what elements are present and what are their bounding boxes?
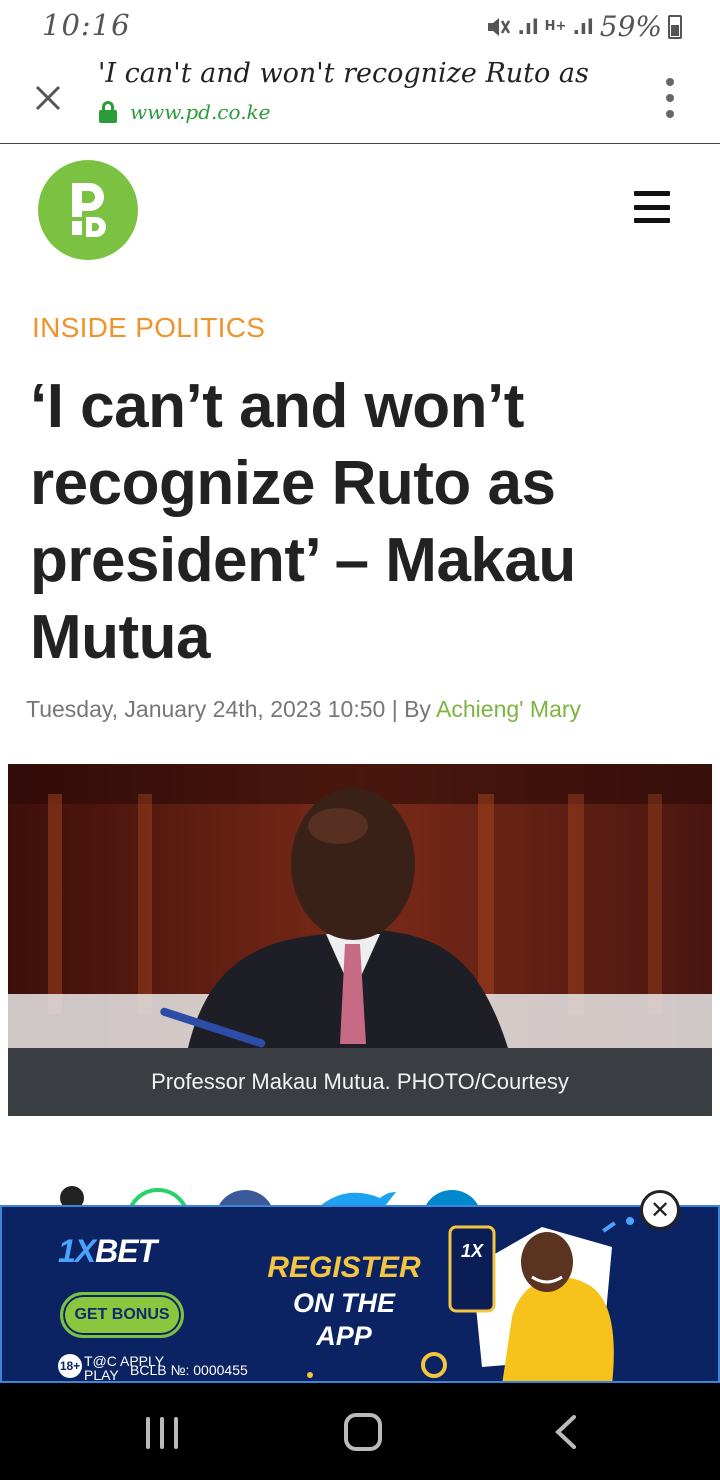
- whatsapp-icon: [129, 1188, 187, 1206]
- pd-logo-icon: [72, 183, 106, 237]
- menu-bar: [634, 191, 670, 196]
- article-headline: ‘I can’t and won’t recognize Ruto as pre…: [30, 372, 576, 672]
- home-button[interactable]: [344, 1413, 382, 1451]
- browser-toolbar: 'I can't and won't recognize Ruto as www…: [0, 50, 720, 144]
- ad-register-text: REGISTER: [267, 1251, 421, 1284]
- article-meta: Tuesday, January 24th, 2023 10:50 | By A…: [26, 696, 581, 723]
- ad-on-the-app-text: ON THE APP: [292, 1288, 395, 1351]
- status-icons: .ıl H+ .ıl 59%: [485, 10, 682, 43]
- mute-icon: [488, 17, 511, 36]
- dot-icon: [666, 110, 674, 118]
- article-category[interactable]: INSIDE POLITICS: [32, 312, 265, 344]
- system-nav-bar: [0, 1383, 720, 1480]
- article-photo: [8, 764, 712, 1048]
- article-date: Tuesday, January 24th, 2023 10:50 | By: [26, 696, 431, 722]
- dot-icon: [666, 94, 674, 102]
- ad-banner[interactable]: 1XBET GET BONUS 18+ T@C APPLY PLAY BCLB …: [0, 1205, 720, 1383]
- ad-close-button[interactable]: ✕: [640, 1190, 680, 1230]
- menu-bar: [634, 218, 670, 223]
- get-bonus-button[interactable]: GET BONUS: [60, 1292, 184, 1338]
- telegram-icon: [425, 1190, 479, 1206]
- battery-percent: 59%: [599, 10, 662, 43]
- dot-icon: [666, 78, 674, 86]
- signal-strength-icon: .ıl: [517, 14, 539, 39]
- share-person-icon: [60, 1186, 84, 1206]
- back-button[interactable]: [552, 1415, 582, 1449]
- signal-strength-icon-2: .ıl: [572, 14, 594, 39]
- twitter-icon: [320, 1192, 396, 1206]
- url-row[interactable]: www.pd.co.ke: [98, 100, 271, 124]
- recent-bar-icon: [174, 1417, 178, 1449]
- status-time: 10:16: [42, 8, 131, 42]
- photo-caption: Professor Makau Mutua. PHOTO/Courtesy: [8, 1048, 712, 1116]
- network-type-icon: H+: [544, 19, 567, 34]
- ad-license: BCLB №: 0000455: [130, 1362, 248, 1378]
- age-restriction-badge: 18+: [58, 1354, 82, 1378]
- menu-bar: [634, 204, 670, 210]
- close-tab-button[interactable]: [28, 78, 68, 118]
- article-author-link[interactable]: Achieng' Mary: [436, 696, 581, 722]
- hamburger-menu-button[interactable]: [634, 191, 670, 223]
- lock-icon: [98, 101, 118, 123]
- recent-bar-icon: [160, 1417, 164, 1449]
- ad-phone-logo: 1X: [460, 1241, 484, 1261]
- share-icons-row: [40, 1180, 520, 1206]
- recent-bar-icon: [146, 1417, 150, 1449]
- battery-icon: [668, 14, 682, 39]
- close-icon: [35, 85, 61, 111]
- url-text[interactable]: www.pd.co.ke: [130, 100, 271, 124]
- facebook-icon: [218, 1190, 272, 1206]
- more-options-button[interactable]: [662, 78, 678, 118]
- site-logo[interactable]: [38, 160, 138, 260]
- status-bar: 10:16 .ıl H+ .ıl 59%: [0, 0, 720, 50]
- page-title: 'I can't and won't recognize Ruto as: [98, 58, 589, 89]
- recent-apps-button[interactable]: [146, 1417, 178, 1449]
- portrait-illustration: [8, 764, 712, 1048]
- ad-brand-logo: 1XBET: [58, 1233, 157, 1269]
